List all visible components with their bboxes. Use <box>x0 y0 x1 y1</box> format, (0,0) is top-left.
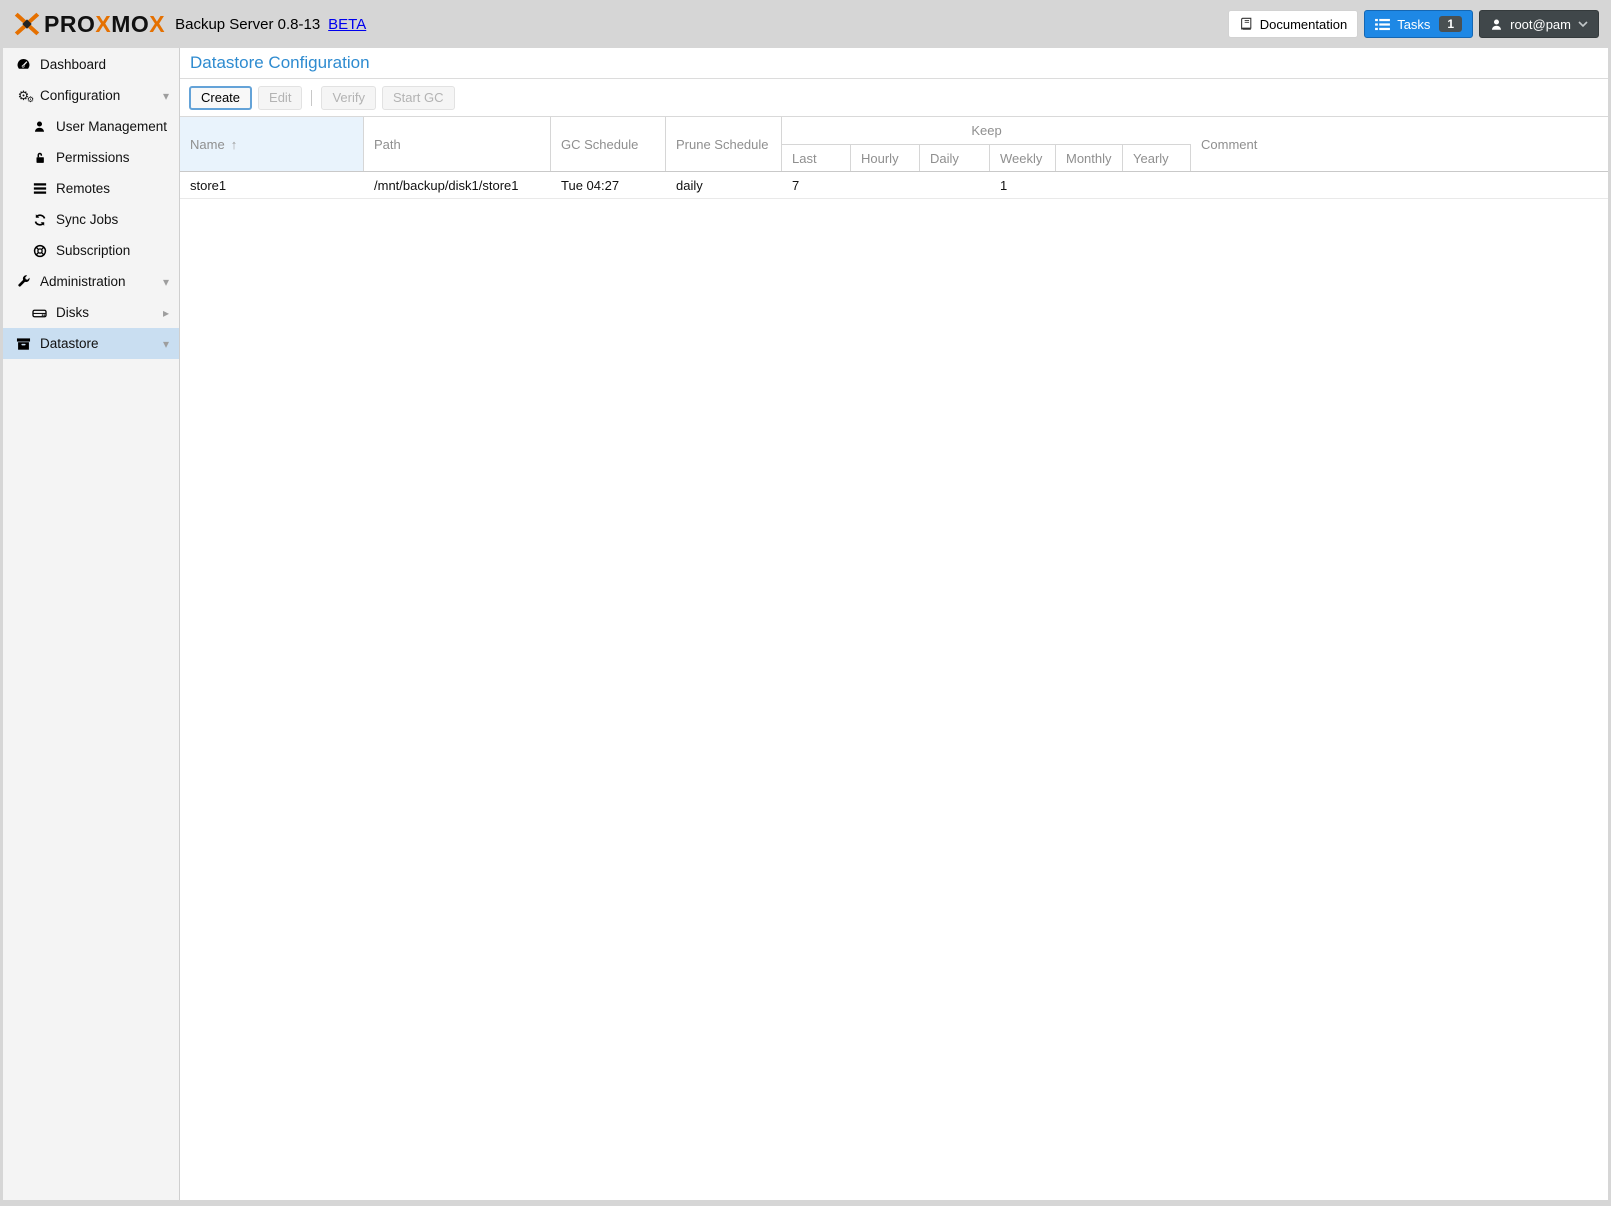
column-header-keep-weekly[interactable]: Weekly <box>990 145 1056 171</box>
cell-keep-daily <box>920 172 990 198</box>
sort-ascending-icon: ↑ <box>231 137 238 152</box>
toolbar-separator <box>311 90 312 106</box>
sidebar-item-label: Remotes <box>56 181 110 196</box>
proxmox-logo: PROXMOX <box>12 9 165 39</box>
user-label: root@pam <box>1510 17 1571 32</box>
cell-keep-monthly <box>1056 172 1123 198</box>
beta-link[interactable]: BETA <box>328 16 366 33</box>
column-header-gc-schedule[interactable]: GC Schedule <box>551 117 666 171</box>
sidebar-item-label: Subscription <box>56 243 130 258</box>
sidebar-item-subscription[interactable]: Subscription <box>3 235 179 266</box>
sidebar-item-permissions[interactable]: Permissions <box>3 142 179 173</box>
column-header-path[interactable]: Path <box>364 117 551 171</box>
task-list-icon <box>1375 18 1390 31</box>
table-row[interactable]: store1 /mnt/backup/disk1/store1 Tue 04:2… <box>180 172 1608 199</box>
sidebar-item-remotes[interactable]: Remotes <box>3 173 179 204</box>
chevron-right-icon: ▸ <box>163 306 169 320</box>
sidebar-item-configuration[interactable]: ⚙⚙ Configuration ▾ <box>3 80 179 111</box>
cell-gc-schedule: Tue 04:27 <box>551 172 666 198</box>
sidebar-item-administration[interactable]: Administration ▾ <box>3 266 179 297</box>
sidebar-item-label: Datastore <box>40 336 99 351</box>
page-title: Datastore Configuration <box>180 48 1608 79</box>
chevron-down-icon <box>1578 21 1588 27</box>
hdd-icon <box>31 306 48 319</box>
sidebar-item-label: Permissions <box>56 150 130 165</box>
top-header-bar: PROXMOX Backup Server 0.8-13 BETA Docume… <box>0 0 1611 48</box>
app-version-title: Backup Server 0.8-13 <box>175 16 320 33</box>
tasks-button[interactable]: Tasks 1 <box>1364 10 1473 38</box>
documentation-label: Documentation <box>1260 17 1347 32</box>
sidebar-item-label: Administration <box>40 274 126 289</box>
edit-button[interactable]: Edit <box>258 86 302 110</box>
column-header-name[interactable]: Name ↑ <box>180 117 364 171</box>
table-header: Name ↑ Path GC Schedule Prune Schedule K… <box>180 116 1608 172</box>
unlock-icon <box>31 151 48 165</box>
archive-icon <box>15 337 32 351</box>
sidebar-item-sync-jobs[interactable]: Sync Jobs <box>3 204 179 235</box>
sidebar-item-disks[interactable]: Disks ▸ <box>3 297 179 328</box>
cell-comment <box>1191 172 1608 198</box>
sidebar-nav: Dashboard ⚙⚙ Configuration ▾ User Manage… <box>3 48 180 1200</box>
gears-icon: ⚙⚙ <box>15 89 32 102</box>
sidebar-item-label: Sync Jobs <box>56 212 118 227</box>
support-icon <box>31 244 48 258</box>
start-gc-button[interactable]: Start GC <box>382 86 455 110</box>
sidebar-item-datastore[interactable]: Datastore ▾ <box>3 328 179 359</box>
sidebar-item-label: User Management <box>56 119 167 134</box>
user-icon <box>31 120 48 133</box>
chevron-down-icon: ▾ <box>163 337 169 351</box>
sidebar-item-label: Configuration <box>40 88 120 103</box>
sidebar-item-label: Dashboard <box>40 57 106 72</box>
user-icon <box>1490 18 1503 31</box>
cell-keep-yearly <box>1123 172 1191 198</box>
sync-icon <box>31 213 48 227</box>
cell-path: /mnt/backup/disk1/store1 <box>364 172 551 198</box>
chevron-down-icon: ▾ <box>163 275 169 289</box>
cell-keep-weekly: 1 <box>990 172 1056 198</box>
create-button[interactable]: Create <box>189 86 252 110</box>
column-header-keep-last[interactable]: Last <box>782 145 851 171</box>
column-header-prune-schedule[interactable]: Prune Schedule <box>666 117 782 171</box>
column-group-keep: Keep Last Hourly Daily Weekly Monthly Ye… <box>782 117 1191 171</box>
sidebar-item-user-management[interactable]: User Management <box>3 111 179 142</box>
keep-group-label: Keep <box>782 117 1191 145</box>
user-menu-button[interactable]: root@pam <box>1479 10 1599 38</box>
verify-button[interactable]: Verify <box>321 86 376 110</box>
dashboard-icon <box>15 57 32 72</box>
column-header-keep-monthly[interactable]: Monthly <box>1056 145 1123 171</box>
main-panel: Datastore Configuration Create Edit Veri… <box>180 48 1608 1200</box>
column-header-keep-hourly[interactable]: Hourly <box>851 145 920 171</box>
documentation-button[interactable]: Documentation <box>1228 10 1358 38</box>
tasks-label: Tasks <box>1397 17 1430 32</box>
column-header-keep-daily[interactable]: Daily <box>920 145 990 171</box>
list-icon <box>31 182 48 195</box>
wrench-icon <box>15 275 32 289</box>
sidebar-item-dashboard[interactable]: Dashboard <box>3 49 179 80</box>
toolbar: Create Edit Verify Start GC <box>180 79 1608 116</box>
tasks-count-badge: 1 <box>1439 16 1462 32</box>
brand-text: PROXMOX <box>44 11 165 38</box>
table-empty-area <box>180 199 1608 1200</box>
column-header-comment[interactable]: Comment <box>1191 117 1608 171</box>
cell-keep-hourly <box>851 172 920 198</box>
cell-prune-schedule: daily <box>666 172 782 198</box>
cell-keep-last: 7 <box>782 172 851 198</box>
proxmox-x-icon <box>12 9 42 39</box>
cell-name: store1 <box>180 172 364 198</box>
book-icon <box>1239 17 1253 31</box>
sidebar-item-label: Disks <box>56 305 89 320</box>
chevron-down-icon: ▾ <box>163 89 169 103</box>
column-header-keep-yearly[interactable]: Yearly <box>1123 145 1191 171</box>
